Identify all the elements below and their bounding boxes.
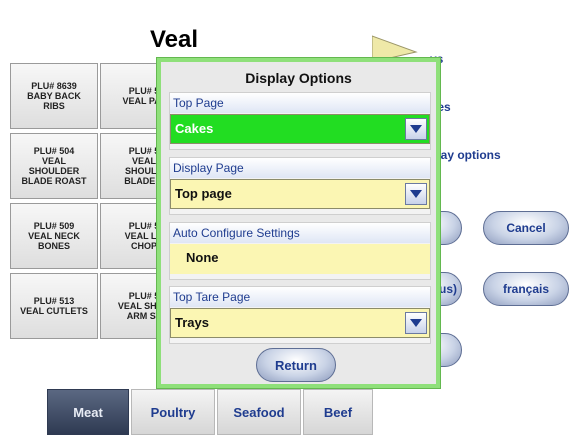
tab-poultry[interactable]: Poultry [131, 389, 215, 435]
francais-button[interactable]: français [483, 272, 569, 306]
top-page-group: Top Page Cakes [169, 92, 431, 150]
cancel-button[interactable]: Cancel [483, 211, 569, 245]
top-tare-page-select[interactable]: Trays [170, 308, 430, 338]
top-page-select[interactable]: Cakes [170, 114, 430, 144]
auto-configure-label: Auto Configure Settings [170, 223, 430, 243]
plu-button-513[interactable]: PLU# 513 VEAL CUTLETS [10, 273, 98, 339]
chevron-down-icon[interactable] [405, 118, 427, 140]
page-title: Veal [150, 26, 199, 53]
right-link-display-options[interactable]: play options [430, 148, 501, 162]
dialog-title: Display Options [245, 70, 352, 86]
display-page-select[interactable]: Top page [170, 179, 430, 209]
top-tare-page-value: Trays [175, 315, 209, 330]
chevron-down-icon[interactable] [405, 312, 427, 334]
tab-meat[interactable]: Meat [47, 389, 129, 435]
plu-button-509[interactable]: PLU# 509 VEAL NECK BONES [10, 203, 98, 269]
top-page-value: Cakes [175, 121, 214, 136]
display-options-dialog: Display Options Top Page Cakes Display P… [157, 58, 440, 388]
plu-button-504[interactable]: PLU# 504 VEAL SHOULDER BLADE ROAST [10, 133, 98, 199]
auto-configure-value[interactable]: None [170, 244, 430, 274]
chevron-down-icon[interactable] [405, 183, 427, 205]
top-page-label: Top Page [170, 93, 430, 113]
top-tare-page-group: Top Tare Page Trays [169, 286, 431, 344]
display-page-label: Display Page [170, 158, 430, 178]
top-tare-page-label: Top Tare Page [170, 287, 430, 307]
display-page-value: Top page [175, 186, 232, 201]
tab-beef[interactable]: Beef [303, 389, 373, 435]
return-button[interactable]: Return [256, 348, 336, 382]
tab-seafood[interactable]: Seafood [217, 389, 301, 435]
display-page-group: Display Page Top page [169, 157, 431, 215]
plu-button-8639[interactable]: PLU# 8639 BABY BACK RIBS [10, 63, 98, 129]
auto-configure-group: Auto Configure Settings None [169, 222, 431, 280]
